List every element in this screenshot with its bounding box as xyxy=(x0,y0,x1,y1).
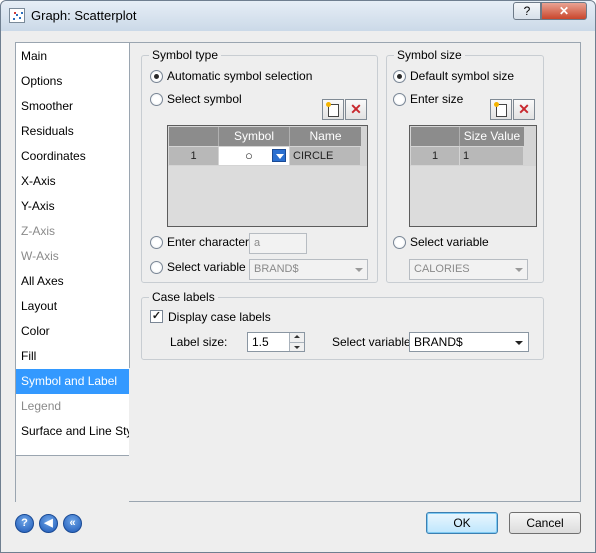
sidebar-item-all-axes[interactable]: All Axes xyxy=(16,269,135,294)
case-variable-select[interactable]: BRAND$ xyxy=(409,332,529,352)
select-symbol-label[interactable]: Select symbol xyxy=(167,92,242,106)
symbol-table-body xyxy=(168,166,367,226)
size-table-corner xyxy=(411,127,460,146)
size-select-variable-radio[interactable] xyxy=(393,236,406,249)
symbol-dropdown-icon[interactable] xyxy=(272,149,286,162)
size-variable-value: CALORIES xyxy=(414,263,470,275)
symbol-size-group: Symbol size Default symbol size Enter si… xyxy=(386,48,544,283)
enter-character-label[interactable]: Enter character xyxy=(167,235,249,249)
select-symbol-radio[interactable] xyxy=(150,93,163,106)
case-labels-group: Case labels ✓ Display case labels Label … xyxy=(141,290,544,360)
label-size-stepper[interactable]: 1.5 xyxy=(247,332,305,352)
help-title-button[interactable]: ? xyxy=(513,2,541,20)
size-table: Size Value 1 1 xyxy=(409,125,537,227)
default-size-radio[interactable] xyxy=(393,70,406,83)
size-select-variable-label[interactable]: Select variable xyxy=(410,235,489,249)
sidebar-item-x-axis[interactable]: X-Axis xyxy=(16,169,135,194)
stepper-down-icon[interactable] xyxy=(289,342,304,351)
display-case-labels-checkbox[interactable]: ✓ xyxy=(150,310,163,323)
enter-size-label[interactable]: Enter size xyxy=(410,92,463,106)
back-icon[interactable]: ◀ xyxy=(39,514,58,533)
sidebar-item-options[interactable]: Options xyxy=(16,69,135,94)
size-row-number: 1 xyxy=(411,147,460,165)
symbol-type-title: Symbol type xyxy=(149,48,222,62)
sidebar-item-surface-and-line-style[interactable]: Surface and Line Style xyxy=(16,419,142,444)
symbol-variable-value: BRAND$ xyxy=(254,263,299,275)
help-icon[interactable]: ? xyxy=(15,514,34,533)
size-value-cell[interactable]: 1 xyxy=(460,147,524,165)
sidebar-item-residuals[interactable]: Residuals xyxy=(16,119,135,144)
sidebar-item-color[interactable]: Color xyxy=(16,319,135,344)
delete-row-icon[interactable]: ✕ xyxy=(345,99,367,120)
circle-symbol-icon: ○ xyxy=(245,148,253,163)
symbol-name-cell: CIRCLE xyxy=(290,147,361,165)
ok-button[interactable]: OK xyxy=(426,512,498,534)
sidebar-item-coordinates[interactable]: Coordinates xyxy=(16,144,135,169)
first-page-icon[interactable]: « xyxy=(63,514,82,533)
symbol-column-header: Symbol xyxy=(219,127,290,146)
new-row-icon[interactable] xyxy=(322,99,344,120)
character-input[interactable]: a xyxy=(249,233,307,254)
symbol-table-corner xyxy=(169,127,219,146)
sidebar-item-legend: Legend xyxy=(21,399,62,413)
delete-size-row-icon[interactable]: ✕ xyxy=(513,99,535,120)
symbol-cell[interactable]: ○ xyxy=(219,147,290,165)
symbol-type-group: Symbol type Automatic symbol selection S… xyxy=(141,48,378,283)
automatic-symbol-radio[interactable] xyxy=(150,70,163,83)
sidebar-item-main[interactable]: Main xyxy=(16,44,135,69)
symbol-table: Symbol Name 1 ○ CIRCLE xyxy=(167,125,368,227)
sidebar-item-fill[interactable]: Fill xyxy=(16,344,135,369)
automatic-symbol-label[interactable]: Automatic symbol selection xyxy=(167,69,312,83)
dialog-window: Graph: Scatterplot ? ✕ Main Options Smoo… xyxy=(0,0,596,553)
case-labels-title: Case labels xyxy=(149,290,218,304)
sidebar-item-w-axis: W-Axis xyxy=(21,249,59,263)
sidebar-item-smoother[interactable]: Smoother xyxy=(16,94,135,119)
cancel-button[interactable]: Cancel xyxy=(509,512,581,534)
stepper-up-icon[interactable] xyxy=(289,333,304,342)
symbol-size-title: Symbol size xyxy=(394,48,465,62)
sidebar-item-y-axis[interactable]: Y-Axis xyxy=(16,194,135,219)
label-size-value: 1.5 xyxy=(252,335,269,349)
scatterplot-app-icon xyxy=(9,8,25,23)
title-bar[interactable]: Graph: Scatterplot ? ✕ xyxy=(1,1,595,31)
default-size-label[interactable]: Default symbol size xyxy=(410,69,514,83)
label-size-label: Label size: xyxy=(170,335,228,349)
case-select-variable-label: Select variable: xyxy=(332,335,415,349)
size-value-column-header: Size Value xyxy=(460,127,524,146)
sidebar-item-z-axis: Z-Axis xyxy=(21,224,55,238)
display-case-labels-label[interactable]: Display case labels xyxy=(168,310,271,324)
size-variable-select[interactable]: CALORIES xyxy=(409,259,528,280)
case-variable-value: BRAND$ xyxy=(414,335,463,349)
sidebar: Main Options Smoother Residuals Coordina… xyxy=(15,42,142,502)
symbol-variable-select[interactable]: BRAND$ xyxy=(249,259,368,280)
chevron-down-icon xyxy=(515,268,523,272)
chevron-down-icon xyxy=(355,268,363,272)
symbol-select-variable-label[interactable]: Select variable xyxy=(167,260,246,274)
sidebar-item-layout[interactable]: Layout xyxy=(16,294,135,319)
name-column-header: Name xyxy=(290,127,361,146)
content-panel: Symbol type Automatic symbol selection S… xyxy=(129,42,581,502)
new-size-row-icon[interactable] xyxy=(490,99,512,120)
close-button[interactable]: ✕ xyxy=(541,2,587,20)
size-table-body xyxy=(410,166,536,226)
enter-character-radio[interactable] xyxy=(150,236,163,249)
sidebar-empty-area xyxy=(16,455,134,502)
window-title: Graph: Scatterplot xyxy=(31,8,137,23)
chevron-down-icon xyxy=(515,341,523,345)
symbol-row-number: 1 xyxy=(169,147,219,165)
sidebar-item-symbol-and-label[interactable]: Symbol and Label xyxy=(16,369,135,394)
enter-size-radio[interactable] xyxy=(393,93,406,106)
symbol-select-variable-radio[interactable] xyxy=(150,261,163,274)
